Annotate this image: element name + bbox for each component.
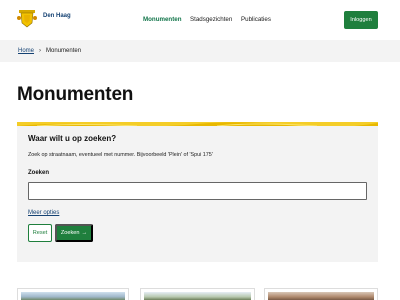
nav-item-publicaties[interactable]: Publicaties: [241, 16, 271, 23]
login-button[interactable]: Inloggen: [344, 11, 378, 29]
arrow-right-icon: →: [81, 230, 88, 236]
monument-photo: [268, 292, 374, 300]
search-hint: Zoek op straatnaam, eventueel met nummer…: [28, 152, 213, 158]
yellow-banner-strip: [17, 122, 378, 126]
den-haag-crest-icon: [17, 10, 37, 28]
search-field-label: Zoeken: [28, 170, 50, 176]
search-input[interactable]: [28, 182, 367, 200]
monument-photo: [21, 292, 125, 300]
monument-card[interactable]: [264, 288, 378, 300]
breadcrumb: Home › Monumenten: [18, 48, 81, 54]
search-panel: Waar wilt u op zoeken? Zoek op straatnaa…: [17, 122, 378, 262]
monument-card[interactable]: [140, 288, 255, 300]
nav-item-monumenten[interactable]: Monumenten: [143, 16, 182, 23]
search-button-label: Zoeken: [60, 230, 80, 236]
more-options-link[interactable]: Meer opties: [28, 210, 59, 216]
breadcrumb-bar: Home › Monumenten: [0, 40, 400, 62]
reset-button[interactable]: Reset: [28, 224, 52, 242]
logo-text: Den Haag: [43, 13, 71, 19]
breadcrumb-home[interactable]: Home: [18, 48, 34, 54]
site-header: Den Haag Monumenten Stadsgezichten Publi…: [0, 0, 400, 40]
search-button[interactable]: Zoeken →: [55, 224, 93, 242]
nav-item-stadsgezichten[interactable]: Stadsgezichten: [190, 16, 232, 23]
monument-photo: [144, 292, 251, 300]
chevron-right-icon: ›: [39, 48, 42, 54]
monument-card[interactable]: [17, 288, 129, 300]
site-logo[interactable]: Den Haag: [17, 10, 77, 28]
page-title: Monumenten: [17, 84, 134, 105]
search-heading: Waar wilt u op zoeken?: [28, 134, 117, 143]
breadcrumb-current: Monumenten: [46, 48, 82, 54]
